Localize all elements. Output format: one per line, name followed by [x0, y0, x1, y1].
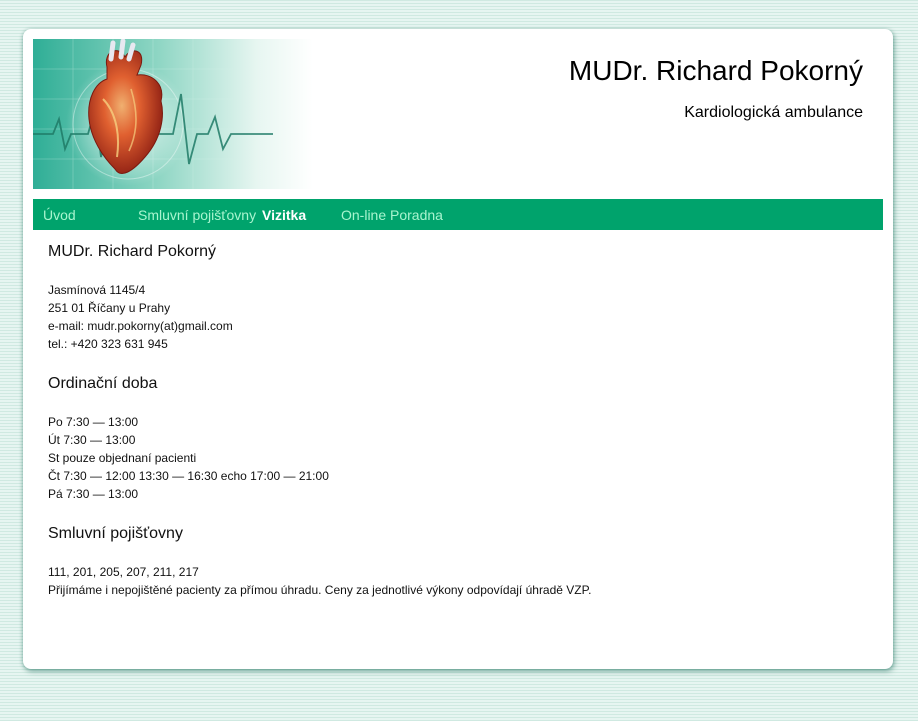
main-content: MUDr. Richard Pokorný Jasmínová 1145/4 2…: [48, 242, 868, 620]
heart-banner-image: [33, 39, 313, 189]
hours-monday: Po 7:30 — 13:00: [48, 415, 139, 429]
address-street: Jasmínová 1145/4: [48, 283, 146, 297]
main-navigation: Úvod Smluvní pojišťovny Vizitka On-line …: [33, 199, 883, 230]
hours-heading: Ordinační doba: [48, 375, 158, 392]
address-city: 251 01 Říčany u Prahy: [48, 301, 171, 315]
nav-link-smluvni-pojistovny[interactable]: Smluvní pojišťovny: [138, 207, 256, 223]
nav-link-uvod[interactable]: Úvod: [43, 207, 76, 223]
nav-link-vizitka[interactable]: Vizitka: [262, 207, 306, 223]
hours-friday: Pá 7:30 — 13:00: [48, 487, 139, 501]
insurance-codes: 111, 201, 205, 207, 211, 217: [48, 565, 199, 579]
phone-text: tel.: +420 323 631 945: [48, 337, 168, 351]
page-card: MUDr. Richard Pokorný Kardiologická ambu…: [23, 29, 893, 669]
insurance-heading: Smluvní pojišťovny: [48, 525, 183, 542]
header: MUDr. Richard Pokorný Kardiologická ambu…: [33, 39, 883, 189]
email-text: e-mail: mudr.pokorny(at)gmail.com: [48, 319, 233, 333]
insurance-info: 111, 201, 205, 207, 211, 217 Přijímáme i…: [48, 563, 868, 599]
contact-details: Jasmínová 1145/4 251 01 Říčany u Prahy e…: [48, 281, 868, 353]
hours-wednesday: St pouze objednaní pacienti: [48, 451, 197, 465]
office-hours: Po 7:30 — 13:00 Út 7:30 — 13:00 St pouze…: [48, 413, 868, 503]
hours-tuesday: Út 7:30 — 13:00: [48, 433, 136, 447]
hours-thursday: Čt 7:30 — 12:00 13:30 — 16:30 echo 17:00…: [48, 469, 329, 483]
nav-link-online-poradna[interactable]: On-line Poradna: [341, 207, 443, 223]
contact-heading: MUDr. Richard Pokorný: [48, 243, 217, 260]
insurance-note: Přijímáme i nepojištěné pacienty za přím…: [48, 583, 592, 597]
site-title: MUDr. Richard Pokorný: [568, 55, 863, 86]
site-subtitle: Kardiologická ambulance: [684, 104, 863, 121]
